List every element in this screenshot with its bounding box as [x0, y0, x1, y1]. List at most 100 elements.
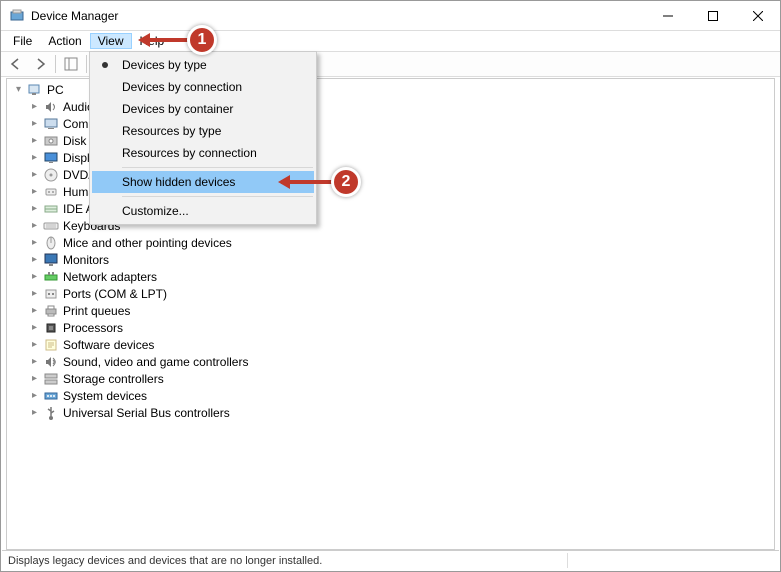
menu-item-label: Show hidden devices [122, 175, 235, 189]
mouse-icon [43, 235, 59, 251]
tree-item[interactable]: ▸Network adapters [7, 268, 774, 285]
expander-icon[interactable]: ▸ [27, 135, 42, 146]
menu-action[interactable]: Action [40, 33, 89, 49]
dvd-icon [43, 167, 59, 183]
tree-item[interactable]: ▸ Storage controllers [7, 370, 774, 387]
expander-icon[interactable]: ▾ [11, 84, 26, 95]
menu-file[interactable]: File [5, 33, 40, 49]
printer-icon [43, 303, 59, 319]
expander-icon[interactable]: ▸ [27, 356, 42, 367]
expander-icon[interactable]: ▸ [27, 237, 42, 248]
software-icon [43, 337, 59, 353]
hid-icon [43, 184, 59, 200]
ide-icon [43, 201, 59, 217]
expander-icon[interactable]: ▸ [27, 288, 42, 299]
menu-item-resources-by-type[interactable]: Resources by type [92, 120, 314, 142]
expander-icon[interactable]: ▸ [27, 305, 42, 316]
expander-icon[interactable]: ▸ [27, 254, 42, 265]
speaker-icon [43, 99, 59, 115]
expander-icon[interactable]: ▸ [27, 186, 42, 197]
tree-item[interactable]: ▸ Print queues [7, 302, 774, 319]
computer-icon [27, 82, 43, 98]
minimize-button[interactable] [645, 1, 690, 30]
menu-view[interactable]: View [90, 33, 132, 49]
system-icon [43, 388, 59, 404]
keyboard-icon [43, 218, 59, 234]
display-icon [43, 150, 59, 166]
ports-icon [43, 286, 59, 302]
forward-button[interactable] [29, 53, 51, 75]
tree-item[interactable]: ▸ Monitors [7, 251, 774, 268]
annotation-arrow-2 [281, 180, 336, 184]
menu-item-label: Resources by connection [122, 146, 257, 160]
expander-icon[interactable]: ▸ [27, 152, 42, 163]
close-button[interactable] [735, 1, 780, 30]
menu-item-devices-by-type[interactable]: Devices by type [92, 54, 314, 76]
tree-item-label: Processors [63, 321, 123, 335]
storage-icon [43, 371, 59, 387]
sound-icon [43, 354, 59, 370]
tree-item-label: Print queues [63, 304, 130, 318]
network-icon [43, 269, 59, 285]
menu-separator [122, 167, 313, 168]
menu-item-customize[interactable]: Customize... [92, 200, 314, 222]
annotation-marker-2: 2 [331, 167, 361, 197]
window-title: Device Manager [31, 9, 645, 23]
tree-item-label: Software devices [63, 338, 154, 352]
menu-item-label: Resources by type [122, 124, 221, 138]
tree-item-label: Sound, video and game controllers [63, 355, 248, 369]
tree-item[interactable]: ▸ Sound, video and game controllers [7, 353, 774, 370]
tree-item[interactable]: ▸ Universal Serial Bus controllers [7, 404, 774, 421]
tree-item[interactable]: ▸ Software devices [7, 336, 774, 353]
tree-item[interactable]: ▸ Ports (COM & LPT) [7, 285, 774, 302]
menu-item-label: Devices by connection [122, 80, 242, 94]
titlebar: Device Manager [1, 1, 780, 31]
tree-item[interactable]: ▸ Mice and other pointing devices [7, 234, 774, 251]
tree-item-label: Monitors [63, 253, 109, 267]
expander-icon[interactable]: ▸ [27, 339, 42, 350]
expander-icon[interactable]: ▸ [27, 169, 42, 180]
bullet-icon [102, 62, 108, 68]
maximize-button[interactable] [690, 1, 735, 30]
expander-icon[interactable]: ▸ [27, 203, 42, 214]
expander-icon[interactable]: ▸ [27, 390, 42, 401]
expander-icon[interactable]: ▸ [27, 220, 42, 231]
menu-separator [122, 196, 313, 197]
view-menu-dropdown: Devices by type Devices by connection Devi… [89, 51, 317, 225]
tree-item[interactable]: ▸ Processors [7, 319, 774, 336]
expander-icon[interactable]: ▸ [27, 407, 42, 418]
menu-item-label: Customize... [122, 204, 189, 218]
toolbar-separator [86, 55, 87, 73]
menu-item-label: Devices by type [122, 58, 207, 72]
window-controls [645, 1, 780, 30]
annotation-arrow-1 [141, 38, 191, 42]
status-text: Displays legacy devices and devices that… [8, 553, 568, 568]
tree-item-label: Mice and other pointing devices [63, 236, 232, 250]
expander-icon[interactable]: ▸ [27, 373, 42, 384]
expander-icon[interactable]: ▸ [27, 271, 42, 282]
monitor-icon [43, 252, 59, 268]
back-button[interactable] [5, 53, 27, 75]
menu-item-devices-by-connection[interactable]: Devices by connection [92, 76, 314, 98]
tree-item-label: Ports (COM & LPT) [63, 287, 167, 301]
menu-item-label: Devices by container [122, 102, 233, 116]
tree-item-label: Storage controllers [63, 372, 164, 386]
menu-item-devices-by-container[interactable]: Devices by container [92, 98, 314, 120]
tree-root-label: PC [47, 83, 64, 97]
expander-icon[interactable]: ▸ [27, 322, 42, 333]
statusbar: Displays legacy devices and devices that… [2, 550, 779, 570]
toolbar-separator [55, 55, 56, 73]
computer-icon [43, 116, 59, 132]
expander-icon[interactable]: ▸ [27, 101, 42, 112]
tree-item[interactable]: ▸ System devices [7, 387, 774, 404]
annotation-marker-1: 1 [187, 25, 217, 55]
expander-icon[interactable]: ▸ [27, 118, 42, 129]
cpu-icon [43, 320, 59, 336]
show-hide-tree-button[interactable] [60, 53, 82, 75]
tree-item-label: Universal Serial Bus controllers [63, 406, 230, 420]
tree-item-label: System devices [63, 389, 147, 403]
usb-icon [43, 405, 59, 421]
app-icon [9, 8, 25, 24]
menu-item-resources-by-connection[interactable]: Resources by connection [92, 142, 314, 164]
disk-icon [43, 133, 59, 149]
